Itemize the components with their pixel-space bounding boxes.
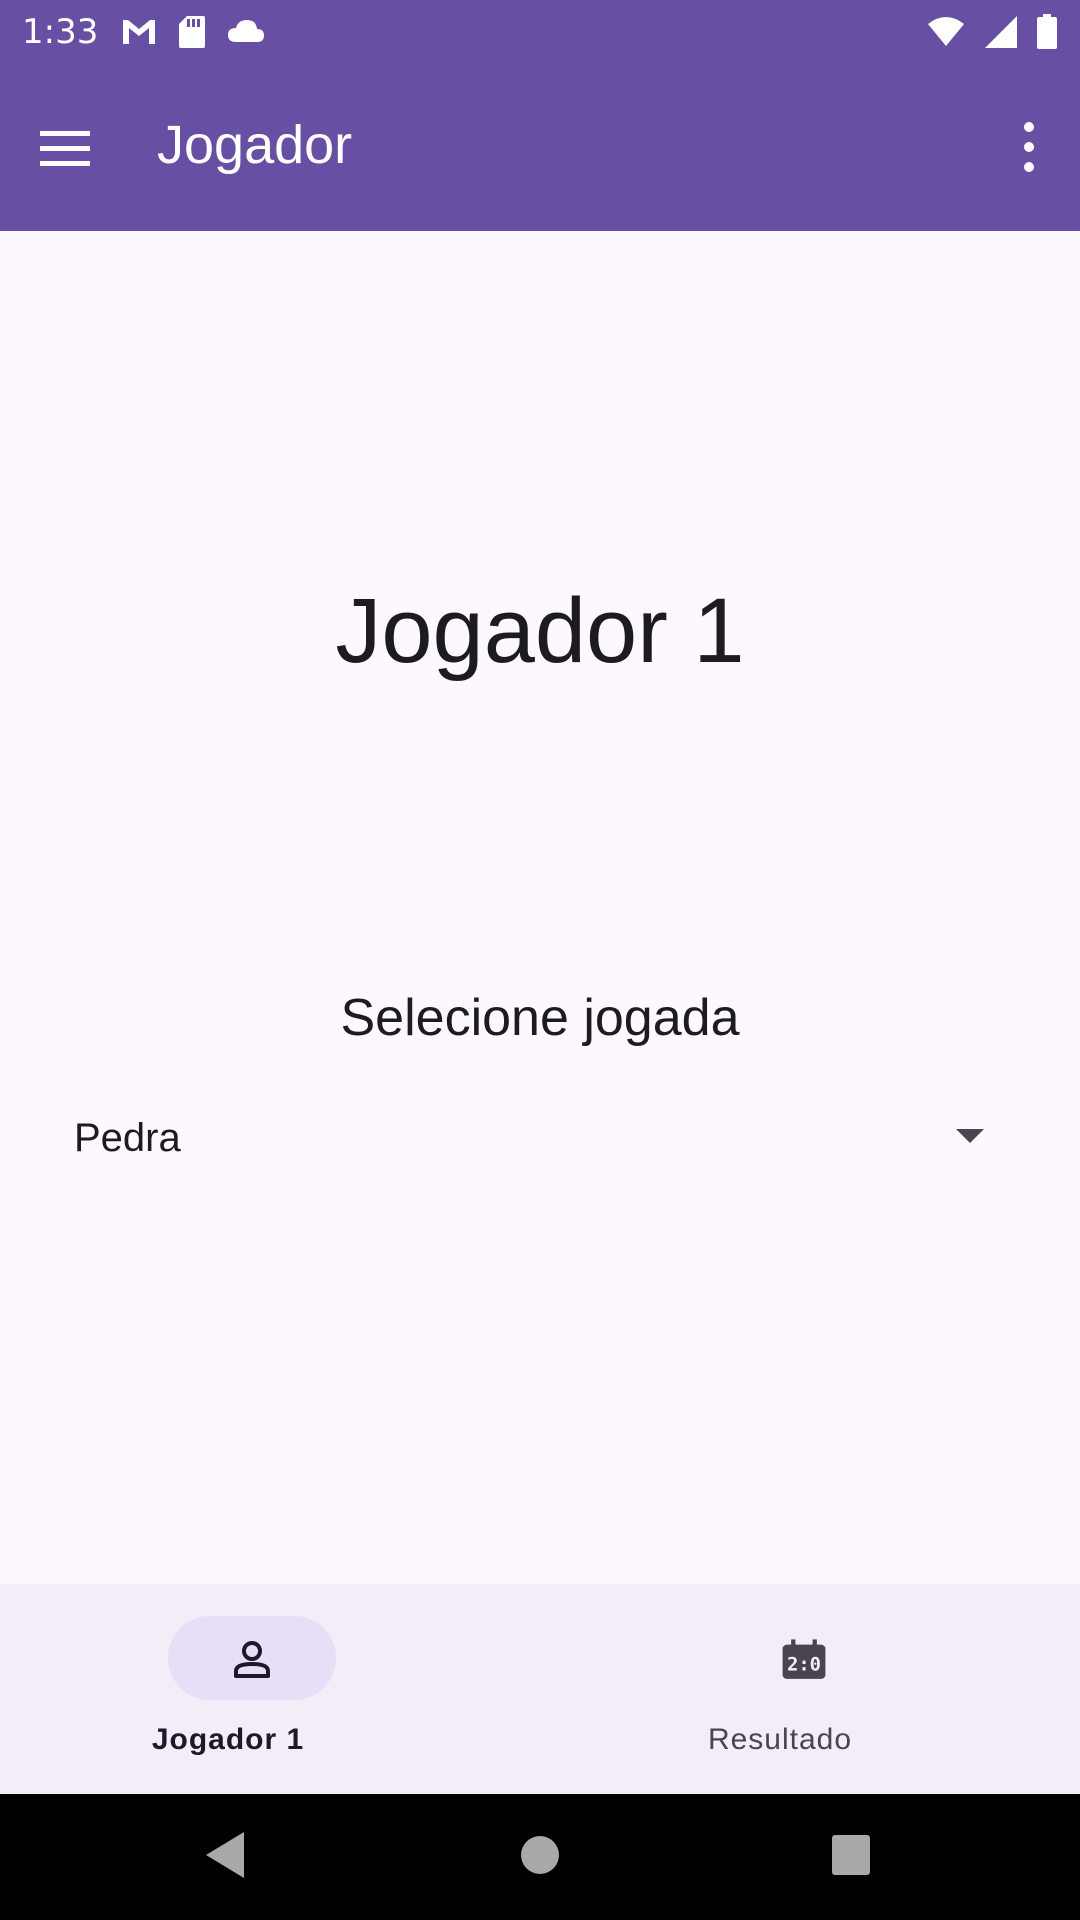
battery-icon [1037,14,1057,49]
app-bar-title: Jogador [157,115,353,175]
main-content: Jogador 1 Selecione jogada Pedra [0,231,1080,1584]
home-icon[interactable] [520,1830,560,1880]
select-move-label: Selecione jogada [340,989,740,1047]
status-system-icons [926,14,1058,50]
nav-item-resultado[interactable]: 2:0 Resultado [540,1584,1080,1794]
dropdown-arrow-icon [956,1129,984,1143]
nav-label-jogador-1: Jogador 1 [151,1723,305,1756]
more-vert-icon [1024,122,1034,172]
player-title: Jogador 1 [335,580,745,682]
wifi-icon [927,17,964,46]
system-navigation-bar [0,1794,1080,1920]
back-icon[interactable] [204,1830,248,1880]
person-icon [234,1641,270,1678]
cloud-icon [228,20,265,42]
status-time: 1:33 [22,12,99,52]
gmail-icon [123,20,155,44]
recents-icon[interactable] [830,1830,872,1880]
bottom-navigation: Jogador 1 2:0 Resultado [0,1584,1080,1794]
overflow-menu-button[interactable] [1004,114,1054,180]
svg-text:2:0: 2:0 [787,1654,821,1675]
menu-button[interactable] [40,121,106,175]
sd-card-icon [179,16,206,48]
hamburger-menu-icon [40,131,90,166]
nav-item-jogador-1[interactable]: Jogador 1 [0,1584,540,1794]
signal-icon [984,16,1017,48]
move-dropdown[interactable]: Pedra [50,1091,1010,1191]
status-notification-icons [120,14,280,50]
status-bar: 1:33 [0,0,1080,64]
nav-label-resultado: Resultado [707,1723,853,1756]
top-app-bar: Jogador [0,64,1080,231]
dropdown-selected-value: Pedra [74,1116,181,1160]
scoreboard-icon: 2:0 [782,1639,826,1679]
